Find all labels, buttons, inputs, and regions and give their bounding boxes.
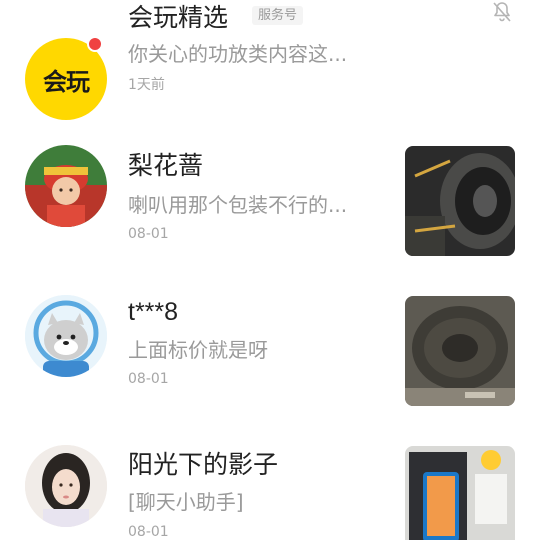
speaker-photo-icon [405, 146, 515, 256]
phone-box-photo-icon [405, 446, 515, 540]
mute-bell-icon[interactable] [490, 0, 514, 24]
avatar[interactable] [25, 445, 107, 527]
huiwan-logo-text: 会玩 [43, 67, 90, 96]
unread-dot [87, 36, 103, 52]
cartoon-seal-icon [25, 295, 107, 377]
conversation-date: 08-01 [128, 524, 169, 540]
conversation-name: 梨花蔷 [128, 151, 204, 180]
conversation-name: 会玩精选 [128, 3, 229, 32]
conversation-name: t***8 [128, 298, 179, 326]
avatar[interactable] [25, 145, 107, 227]
service-account-badge: 服务号 [252, 6, 304, 25]
conversation-date: 08-01 [128, 371, 169, 387]
message-thumbnail[interactable] [405, 296, 515, 406]
avatar[interactable] [25, 295, 107, 377]
conversation-preview: [聊天小助手] [128, 490, 244, 514]
girl-portrait-icon [25, 445, 107, 527]
speaker-cone-photo-icon [405, 296, 515, 406]
conversation-preview: 上面标价就是呀 [128, 338, 268, 362]
conversation-preview: 你关心的功放类内容这... [128, 42, 348, 66]
message-thumbnail[interactable] [405, 146, 515, 256]
conversation-date: 1天前 [128, 77, 165, 93]
message-thumbnail[interactable] [405, 446, 515, 540]
conversation-name: 阳光下的影子 [128, 450, 279, 479]
child-photo-icon [25, 145, 107, 227]
conversation-preview: 喇叭用那个包装不行的... [128, 193, 348, 217]
conversation-date: 08-01 [128, 226, 169, 242]
